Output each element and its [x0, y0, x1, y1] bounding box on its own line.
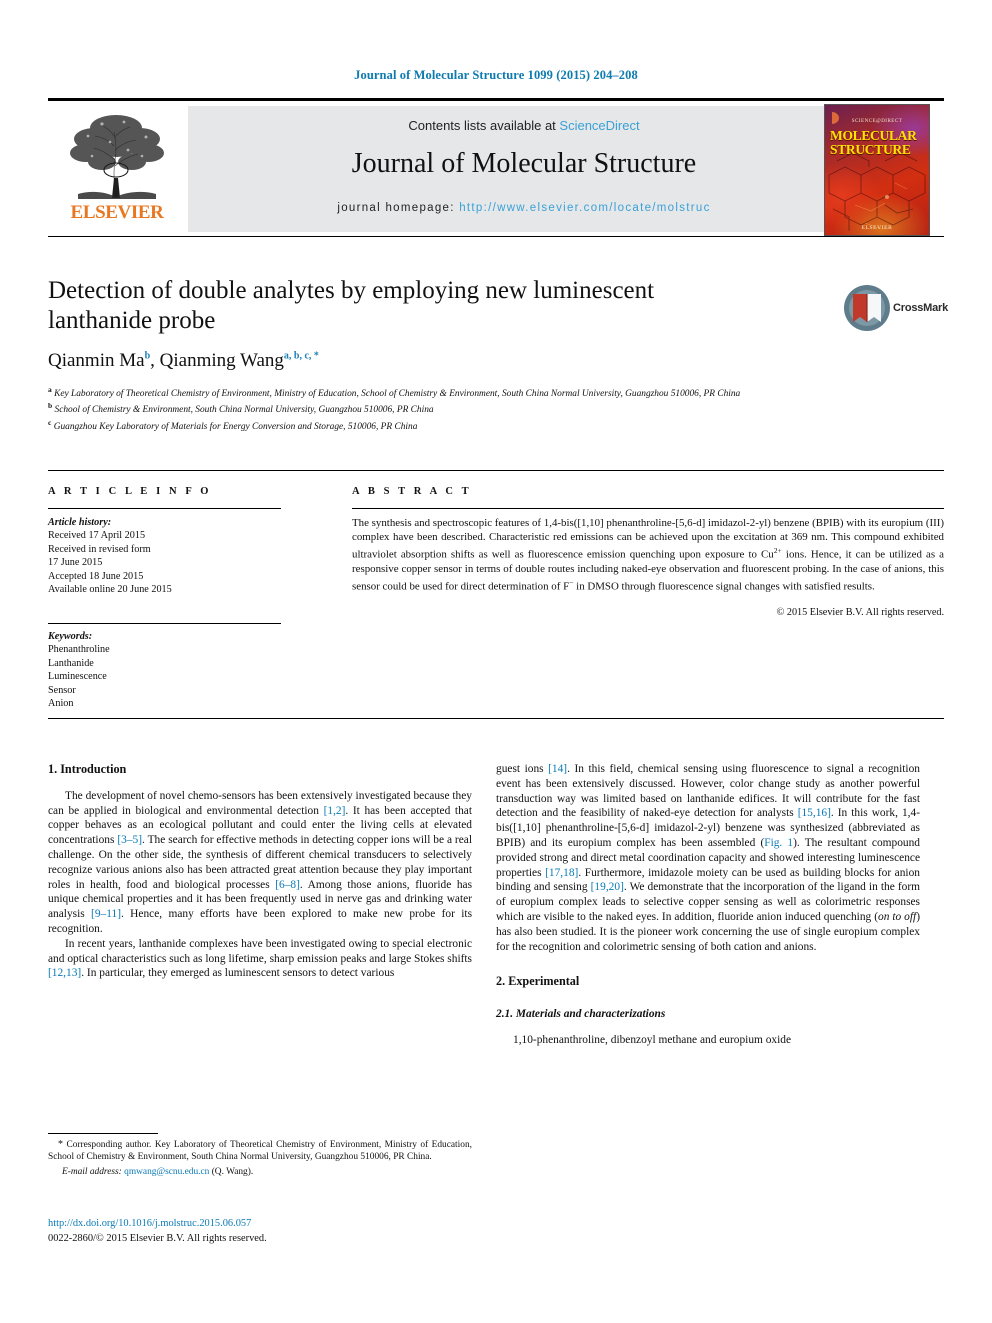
elsevier-tree-icon [70, 115, 164, 199]
abstract-bottom-rule [48, 718, 944, 719]
history-item-1: Received in revised form [48, 543, 151, 555]
affiliation-mark-b: b [48, 401, 53, 411]
email-label: E-mail address: [62, 1166, 122, 1177]
contents-available-line: Contents lists available at ScienceDirec… [188, 118, 860, 133]
citation-17-18[interactable]: [17,18] [545, 867, 578, 879]
subsection-heading-materials: 2.1. Materials and characterizations [496, 1008, 666, 1021]
article-info-divider [48, 623, 281, 625]
email-owner: (Q. Wang). [211, 1166, 254, 1177]
article-title: Detection of double analytes by employin… [48, 277, 655, 334]
cover-title: MOLECULAR STRUCTURE [830, 129, 924, 157]
doi-link[interactable]: http://dx.doi.org/10.1016/j.molstruc.201… [48, 1218, 251, 1229]
article-history-label: Article history: [48, 517, 112, 528]
keyword-0: Phenanthroline [48, 644, 110, 656]
right-p1-seg-a: guest ions [496, 763, 549, 775]
sciencedirect-link[interactable]: ScienceDirect [559, 118, 639, 133]
section-heading-introduction: 1. Introduction [48, 762, 127, 776]
history-item-4: Available online 20 June 2015 [48, 584, 172, 596]
journal-running-head: Journal of Molecular Structure 1099 (201… [354, 68, 638, 82]
affiliation-list: a Key Laboratory of Theoretical Chemistr… [48, 384, 908, 433]
homepage-url-link[interactable]: http://www.elsevier.com/locate/molstruc [459, 202, 710, 214]
article-info-heading: A R T I C L E I N F O [48, 486, 212, 497]
citation-19-20[interactable]: [19,20] [591, 881, 624, 893]
affiliation-mark-a: a [48, 385, 52, 394]
cover-title-line1: MOLECULAR [830, 128, 917, 143]
masthead-bottom-rule [48, 236, 944, 238]
abstract-text: The synthesis and spectroscopic features… [352, 516, 944, 594]
masthead-top-rule [48, 98, 944, 101]
title-block: Detection of double analytes by employin… [48, 276, 944, 433]
journal-homepage-line: journal homepage: http://www.elsevier.co… [188, 202, 860, 214]
contents-prefix: Contents lists available at [408, 118, 560, 133]
affiliation-a: a Key Laboratory of Theoretical Chemistr… [48, 384, 908, 400]
affiliation-text-b: School of Chemistry & Environment, South… [54, 405, 434, 416]
affiliation-c: c Guangzhou Key Laboratory of Materials … [48, 417, 908, 433]
article-info-underline [48, 508, 281, 510]
intro-paragraph-2-continued: guest ions [14]. In this field, chemical… [496, 762, 920, 954]
citation-14[interactable]: [14] [548, 763, 567, 775]
keyword-2: Luminescence [48, 671, 107, 683]
footnote-rule [48, 1133, 158, 1135]
abstract-copyright: © 2015 Elsevier B.V. All rights reserved… [776, 607, 944, 619]
abstract-heading: A B S T R A C T [352, 486, 472, 497]
section-heading-experimental: 2. Experimental [496, 974, 580, 989]
abstract-text-part3: in DMSO through fluorescence signal chan… [573, 581, 875, 594]
keyword-4: Anion [48, 698, 74, 710]
citation-6-8[interactable]: [6–8] [275, 879, 300, 891]
issn-copyright-line: 0022-2860/© 2015 Elsevier B.V. All right… [48, 1233, 267, 1244]
body-column-right: guest ions [14]. In this field, chemical… [496, 762, 920, 1048]
keyword-3: Sensor [48, 684, 76, 696]
abstract-underline [352, 508, 944, 510]
right-p1-italic-on-to-off: on to off [878, 910, 917, 923]
intro-paragraph-2: In recent years, lanthanide complexes ha… [48, 937, 472, 981]
author-list: Qianmin Mab, Qianming Wanga, b, c, * [48, 350, 319, 371]
journal-masthead: ELSEVIER Contents lists available at Sci… [48, 98, 944, 238]
citation-3-5[interactable]: [3–5] [117, 834, 142, 846]
history-item-0: Received 17 April 2015 [48, 530, 146, 542]
journal-title: Journal of Molecular Structure [351, 148, 697, 179]
keywords-label: Keywords: [48, 631, 93, 642]
affiliation-text-c: Guangzhou Key Laboratory of Materials fo… [53, 421, 418, 432]
history-item-2: 17 June 2015 [48, 557, 103, 569]
corresponding-author-footnote: * Corresponding author. Key Laboratory o… [48, 1139, 472, 1178]
paper-page: Journal of Molecular Structure 1099 (201… [0, 0, 992, 1323]
affiliation-b: b School of Chemistry & Environment, Sou… [48, 400, 908, 416]
corresponding-author-text: Corresponding author. Key Laboratory of … [48, 1140, 472, 1163]
history-item-3: Accepted 18 June 2015 [48, 570, 144, 582]
citation-9-11[interactable]: [9–11] [91, 908, 121, 920]
intro-p2-seg-a: In recent years, lanthanide complexes ha… [48, 937, 472, 965]
experimental-paragraph-1: 1,10-phenanthroline, dibenzoyl methane a… [513, 1033, 792, 1046]
article-history-block: Article history: Received 17 April 2015 … [48, 516, 281, 596]
cover-title-line2: STRUCTURE [830, 142, 911, 157]
keyword-1: Lanthanide [48, 657, 94, 669]
journal-banner: Contents lists available at ScienceDirec… [188, 106, 860, 232]
email-link[interactable]: qmwang@scnu.edu.cn [124, 1167, 209, 1177]
citation-12-13[interactable]: [12,13] [48, 967, 81, 979]
author-affiliation-marks-2: a, b, c, * [283, 350, 319, 362]
info-section-top-rule [48, 470, 944, 471]
affiliation-text-a: Key Laboratory of Theoretical Chemistry … [54, 389, 741, 400]
figure-1-link[interactable]: Fig. 1 [764, 837, 793, 849]
cover-top-label: SCIENCE@DIRECT [851, 119, 903, 124]
abstract-block: The synthesis and spectroscopic features… [352, 516, 944, 620]
citation-15-16[interactable]: [15,16] [798, 807, 831, 819]
intro-p2-seg-b: . In particular, they emerged as lumines… [81, 967, 395, 980]
author-name-1: Qianmin Ma [48, 350, 145, 371]
elsevier-wordmark: ELSEVIER [70, 202, 164, 223]
keywords-block: Keywords: Phenanthroline Lanthanide Lumi… [48, 630, 281, 710]
body-column-left: 1. Introduction The development of novel… [48, 762, 472, 981]
cover-publisher-label: ELSEVIER [861, 225, 893, 231]
abstract-superscript-cu: 2+ [773, 546, 782, 556]
email-line: E-mail address: qmwang@scnu.edu.cn (Q. W… [48, 1166, 472, 1178]
author-affiliation-marks-1: b [144, 350, 151, 362]
homepage-label: journal homepage: [337, 202, 455, 214]
elsevier-logo: ELSEVIER [52, 106, 182, 232]
affiliation-mark-c: c [48, 417, 52, 427]
journal-cover-thumbnail: SCIENCE@DIRECT MOLECULAR STRUCTURE ELSEVI… [824, 104, 930, 236]
intro-paragraph-1: The development of novel chemo-sensors h… [48, 789, 472, 937]
author-name-2: Qianming Wang [159, 350, 284, 371]
citation-1-2[interactable]: [1,2] [324, 805, 346, 817]
